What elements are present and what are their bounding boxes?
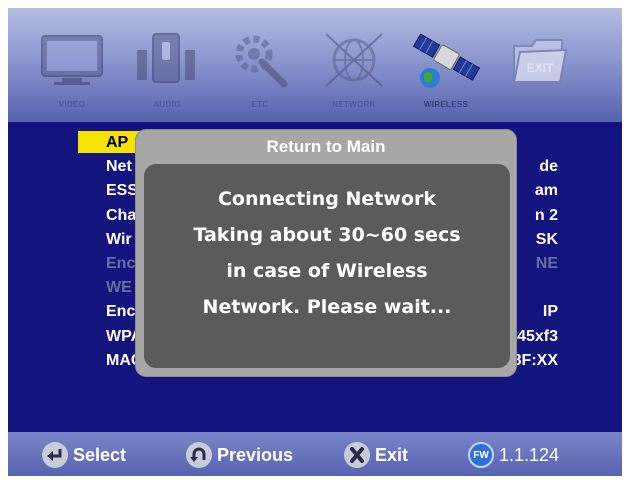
tools-icon — [235, 35, 288, 88]
network-globe-icon — [325, 33, 383, 87]
settings-row-label: Cha — [106, 206, 137, 224]
tab-audio[interactable]: AUDIO — [125, 22, 209, 114]
tab-network[interactable]: NETWORK — [312, 22, 396, 114]
tab-etc[interactable]: ETC — [218, 22, 302, 114]
dialog-line-2: Taking about 30~60 secs — [193, 224, 461, 246]
speaker-icon — [137, 33, 195, 83]
tv-icon — [41, 35, 103, 85]
tab-video-label: VIDEO — [58, 100, 86, 109]
exit-label: Exit — [375, 444, 409, 465]
dialog-title: Return to Main — [266, 137, 386, 156]
previous-arrow-icon — [186, 442, 212, 468]
exit-hint[interactable]: Exit — [344, 442, 408, 468]
settings-row-value: de — [539, 158, 558, 176]
settings-row-label: WE — [106, 279, 132, 297]
settings-row-label: ESS — [106, 182, 139, 200]
tab-etc-label: ETC — [251, 100, 269, 109]
settings-row-label: AP — [106, 134, 129, 151]
settings-row-label: Enc — [106, 255, 136, 272]
fw-badge-icon: FW — [468, 442, 494, 468]
tab-audio-label: AUDIO — [153, 100, 181, 109]
dialog-line-4: Network. Please wait... — [202, 296, 452, 318]
settings-row-value: SK — [535, 230, 558, 248]
tab-exit[interactable]: EXIT — [498, 22, 582, 114]
dialog-message-box: Connecting Network Taking about 30~60 se… — [144, 164, 510, 368]
bottom-hint-bar: Select Previous Exit FW 1.1.124 — [8, 432, 622, 476]
select-hint[interactable]: Select — [42, 442, 126, 468]
connecting-dialog: Return to Main Connecting Network Taking… — [136, 130, 516, 376]
select-label: Select — [73, 444, 127, 465]
wireless-settings-screen: VIDEO AUDIO ETC NETWORK WIRELESS EXIT AP… — [8, 8, 622, 476]
settings-row-value: NE — [535, 255, 558, 272]
settings-row-value: am — [534, 182, 558, 200]
settings-row-label: Wir — [106, 230, 132, 248]
settings-row-value: IP — [542, 303, 558, 321]
tab-video[interactable]: VIDEO — [30, 22, 114, 114]
tab-wireless-label: WIRELESS — [423, 100, 469, 109]
fw-version-text: 1.1.124 — [499, 444, 560, 465]
dialog-line-3: in case of Wireless — [226, 260, 428, 282]
settings-row-value: n 2 — [534, 206, 558, 224]
tab-wireless[interactable]: WIRELESS — [404, 22, 488, 114]
fw-badge-text: FW — [473, 449, 489, 461]
satellite-icon — [412, 33, 481, 88]
firmware-version: FW 1.1.124 — [468, 442, 559, 468]
exit-folder-icon: EXIT — [512, 39, 568, 83]
previous-hint[interactable]: Previous — [186, 442, 293, 468]
previous-label: Previous — [217, 444, 294, 465]
enter-key-icon — [42, 442, 68, 468]
exit-x-icon — [344, 442, 370, 468]
top-menu-bar: VIDEO AUDIO ETC NETWORK WIRELESS EXIT — [8, 8, 622, 122]
dialog-line-1: Connecting Network — [217, 188, 437, 210]
svg-text:EXIT: EXIT — [527, 61, 554, 75]
tab-network-label: NETWORK — [332, 100, 376, 109]
settings-row-label: Enc — [106, 303, 136, 321]
settings-row-label: Net — [106, 158, 132, 176]
